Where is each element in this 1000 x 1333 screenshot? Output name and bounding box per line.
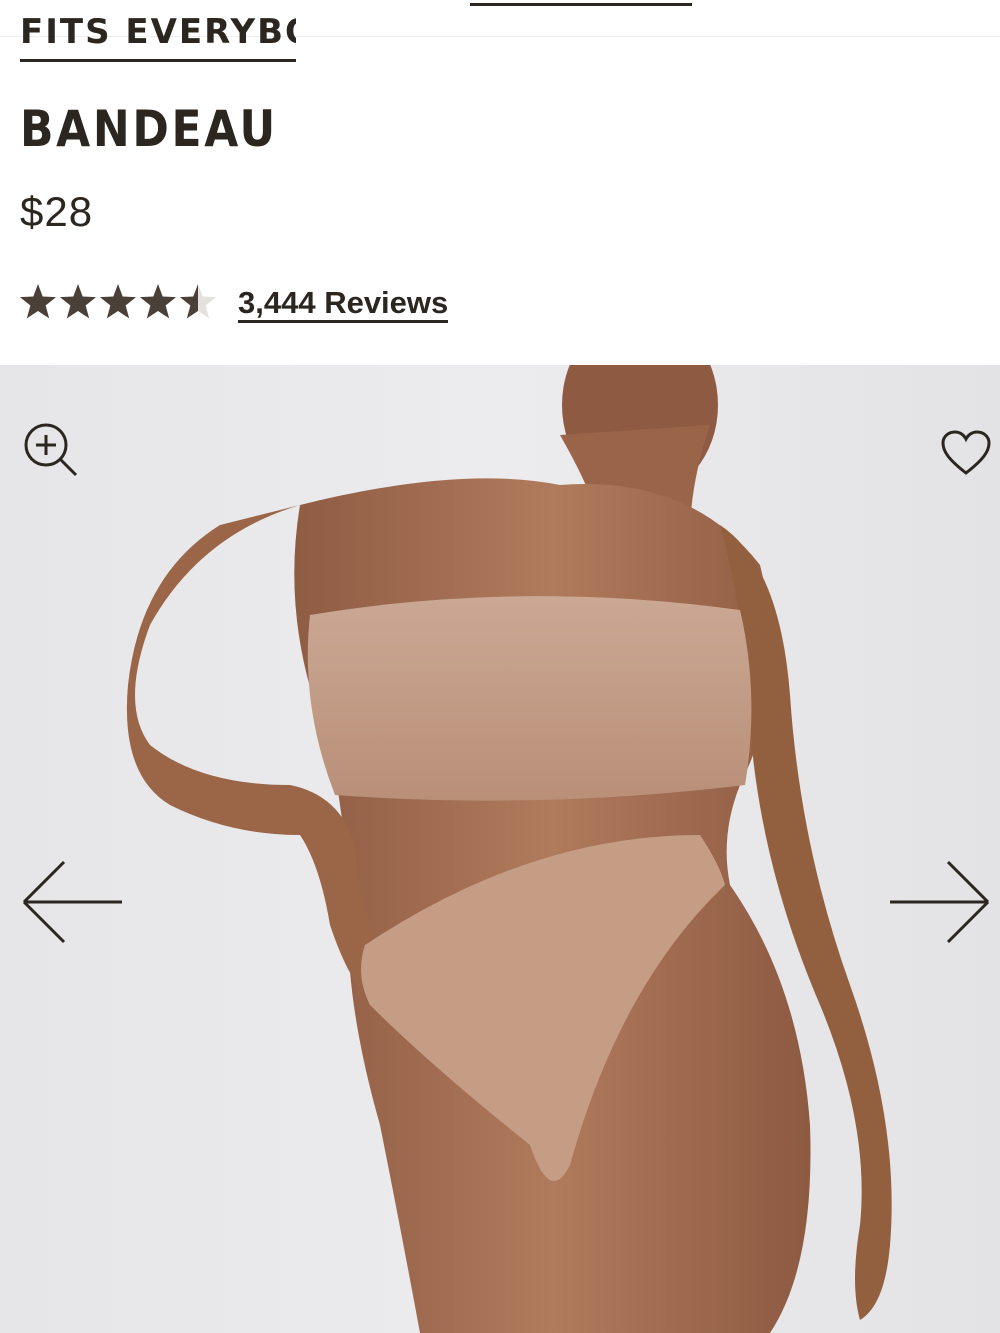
star-rating (19, 284, 217, 319)
rating-star (139, 284, 177, 319)
arrow-right-icon[interactable] (884, 857, 994, 947)
rating-star (19, 284, 57, 319)
collection-link[interactable]: FITS EVERYBODY (20, 18, 296, 62)
rating-star (59, 284, 97, 319)
rating-star (99, 284, 137, 319)
product-image (0, 365, 1000, 1333)
active-tab-indicator (470, 3, 692, 6)
zoom-in-icon[interactable] (22, 421, 82, 481)
bandeau-top (307, 596, 752, 801)
rating-star (179, 284, 217, 319)
rating-row: 3,444 Reviews (18, 280, 488, 324)
arrow-left-icon[interactable] (18, 857, 128, 947)
product-price: $28 (20, 188, 94, 235)
product-title: BANDEAU (20, 100, 278, 158)
reviews-link[interactable]: 3,444 Reviews (238, 286, 449, 323)
heart-icon[interactable] (940, 429, 992, 477)
collection-link-label: FITS EVERYBODY (20, 18, 296, 52)
model-photo (126, 365, 892, 1333)
